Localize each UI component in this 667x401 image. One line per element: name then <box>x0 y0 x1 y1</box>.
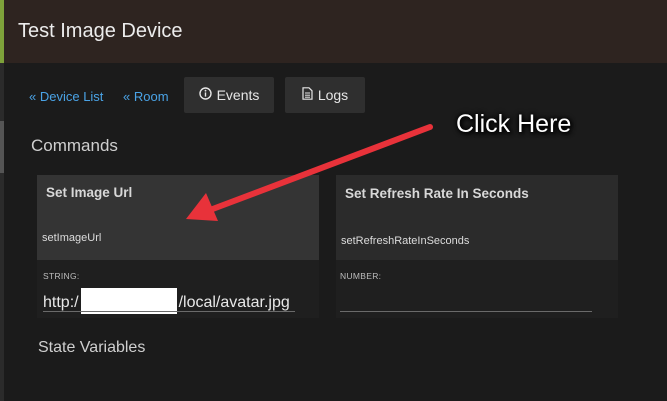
annotation-arrow-icon <box>186 124 433 221</box>
click-here-callout: Click Here <box>456 110 572 138</box>
